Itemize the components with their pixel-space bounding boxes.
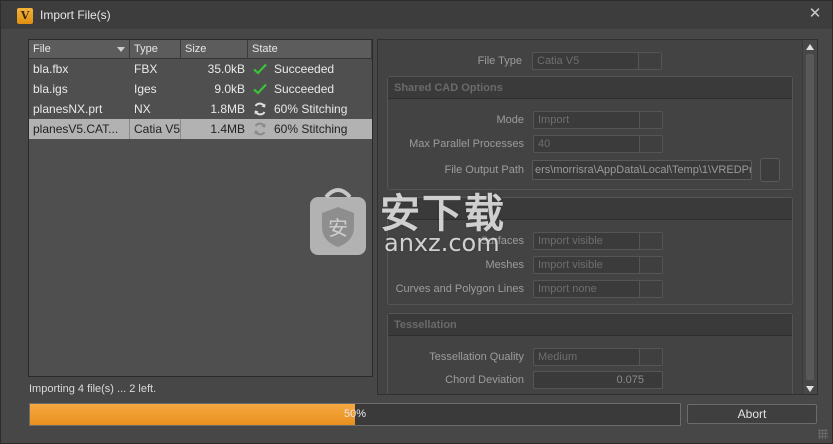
resize-grip-icon[interactable] [818,429,828,439]
scroll-thumb[interactable] [806,54,814,380]
tess-quality-label: Tessellation Quality [429,351,524,363]
table-header: File Type Size State [29,40,372,59]
max-parallel-spinbox[interactable]: 40 [533,135,663,153]
tessellation-group: Tessellation Tessellation Quality Medium… [387,313,793,394]
file-type-cell: NX [134,102,151,116]
refresh-icon [252,121,268,137]
file-state-cell: 60% Stitching [248,119,372,139]
refresh-icon [252,101,268,117]
state-text: Succeeded [274,62,335,76]
chord-spinbox[interactable]: 0.075 [533,371,663,389]
file-state-cell: Succeeded [248,79,372,99]
column-header-state[interactable]: State [248,40,372,59]
settings-scrollbar[interactable] [802,40,817,394]
watermark-en-text: anxz.com [384,229,500,257]
check-icon [252,81,268,97]
file-type-combo[interactable]: Catia V5 [532,52,662,70]
file-type-cell: Catia V5 [130,119,181,139]
file-type-label: File Type [477,55,522,67]
chord-label: Chord Deviation [445,374,524,386]
shield-logo-icon: 安 [310,188,366,255]
svg-text:安: 安 [328,216,348,240]
browse-button[interactable] [760,158,780,182]
state-text: 60% Stitching [274,122,348,136]
file-name-cell: bla.igs [33,82,68,96]
mode-combo[interactable]: Import [533,111,663,129]
mode-row: Mode Import [388,111,663,129]
import-progress-bar: 50% [29,403,681,426]
max-parallel-row: Max Parallel Processes 40 [388,135,663,153]
surfaces-combo[interactable]: Import visible [533,232,663,250]
curves-label: Curves and Polygon Lines [395,283,524,295]
column-header-size[interactable]: Size [181,40,248,59]
column-header-file[interactable]: File [29,40,130,59]
column-header-label: File [33,43,51,55]
table-row[interactable]: bla.fbx FBX 35.0kB Succeeded [29,59,372,79]
shared-cad-group: Shared CAD Options Mode Import Max Paral… [387,76,793,190]
table-row-selected[interactable]: planesV5.CAT... Catia V5 1.4MB 60% Stitc… [29,119,372,139]
file-state-cell: Succeeded [248,59,372,79]
progress-label: 50% [343,408,367,420]
vred-logo-icon: V [17,7,33,24]
meshes-combo[interactable]: Import visible [533,256,663,274]
curves-combo[interactable]: Import none [533,280,663,298]
scroll-up-icon[interactable] [806,44,814,50]
file-name-cell: planesNX.prt [33,102,103,116]
file-size-cell: 9.0kB [214,82,245,96]
window-title: Import File(s) [40,8,111,22]
file-size-cell: 1.8MB [210,102,245,116]
scroll-down-icon[interactable] [806,386,814,392]
chord-row: Chord Deviation 0.075 [388,371,663,389]
curves-row: Curves and Polygon Lines Import none [388,280,663,298]
mode-label: Mode [496,114,524,126]
watermark: 安 安下载 anxz.com [306,181,536,261]
file-name-cell: bla.fbx [33,62,69,76]
import-dialog: V Import File(s) ✕ File Type Size State … [0,0,833,444]
import-status-text: Importing 4 file(s) ... 2 left. [29,383,157,395]
close-icon[interactable]: ✕ [808,6,822,21]
output-path-field[interactable]: ers\morrisra\AppData\Local\Temp\1\VREDPr… [532,160,752,180]
title-bar[interactable]: V Import File(s) ✕ [1,1,832,29]
file-state-cell: 60% Stitching [248,99,372,119]
abort-button[interactable]: Abort [687,404,817,424]
file-size-cell: 35.0kB [207,62,245,76]
file-size-cell: 1.4MB [210,122,245,136]
tess-quality-combo[interactable]: Medium [533,348,663,366]
file-type-cell: FBX [134,62,158,76]
output-path-label: File Output Path [444,164,525,176]
output-path-row: File Output Path ers\morrisra\AppData\Lo… [388,158,780,182]
file-name-cell: planesV5.CAT... [29,119,130,139]
state-text: 60% Stitching [274,102,348,116]
state-text: Succeeded [274,82,335,96]
sort-arrow-icon[interactable] [117,47,125,52]
file-type-cell: Iges [134,82,157,96]
tess-quality-row: Tessellation Quality Medium [388,348,663,366]
table-row[interactable]: planesNX.prt NX 1.8MB 60% Stitching [29,99,372,119]
group-title: Tessellation [388,314,792,336]
table-row[interactable]: bla.igs Iges 9.0kB Succeeded [29,79,372,99]
column-header-type[interactable]: Type [130,40,181,59]
max-parallel-label: Max Parallel Processes [409,138,524,150]
file-type-row: File Type Catia V5 [378,52,662,70]
group-title: Shared CAD Options [388,77,792,99]
check-icon [252,61,268,77]
